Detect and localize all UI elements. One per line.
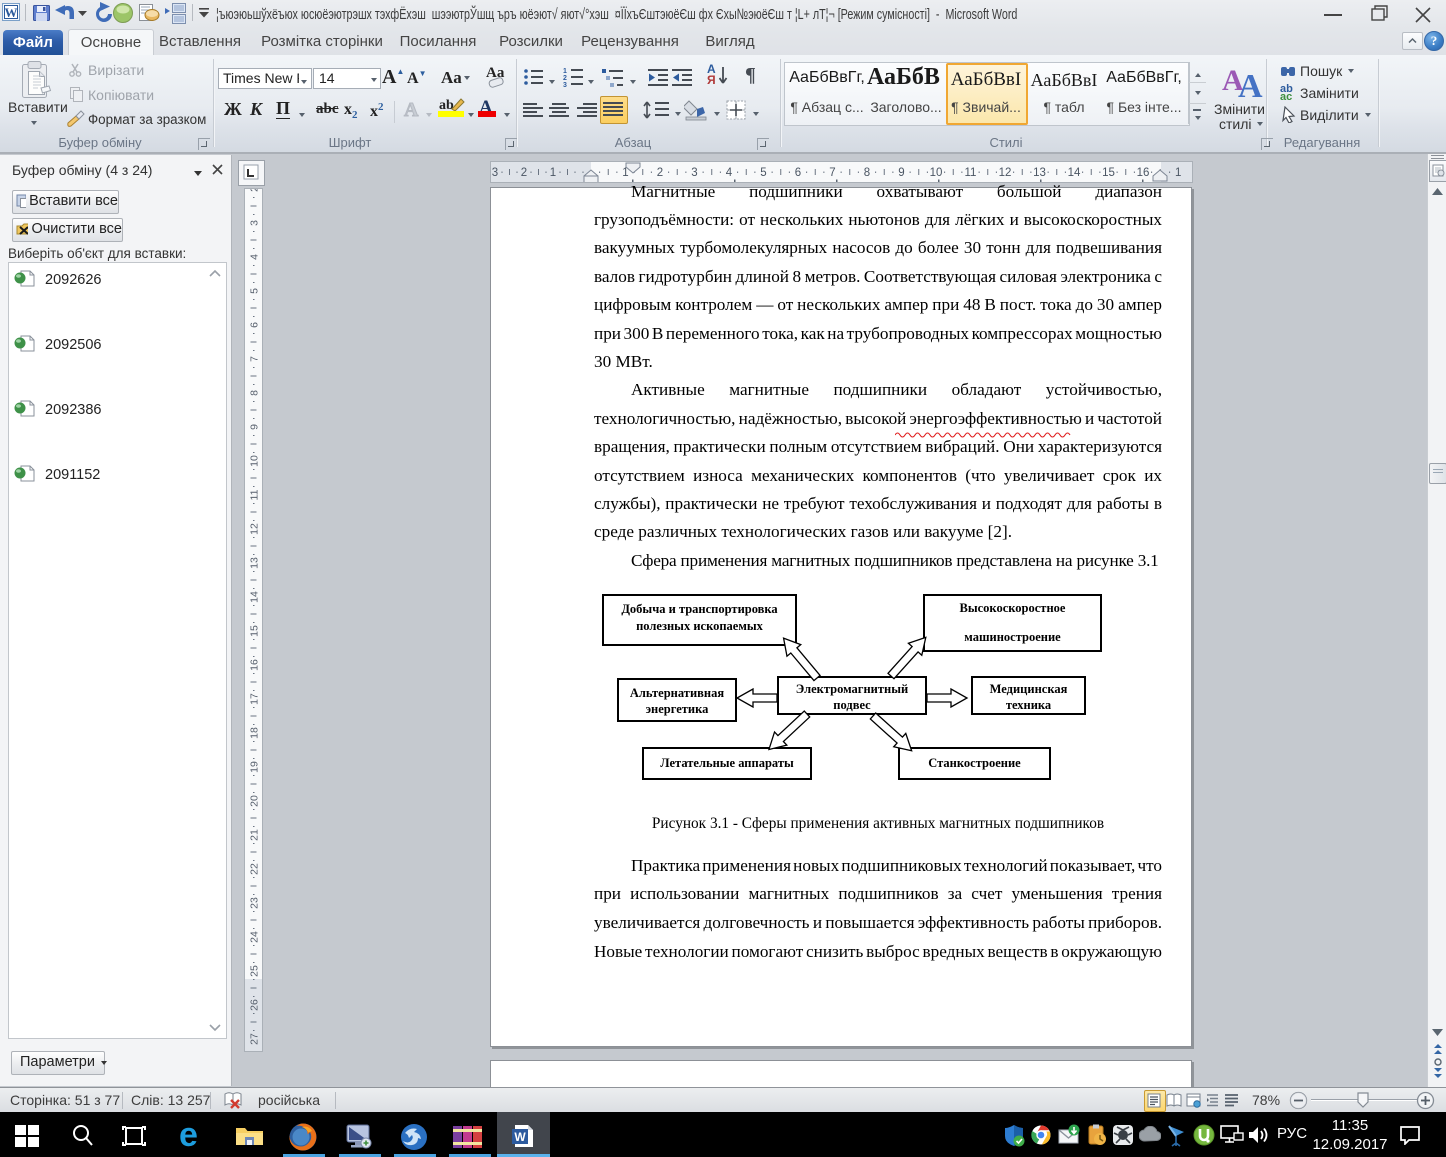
svg-text:10: 10	[930, 167, 943, 179]
svg-text:3: 3	[492, 167, 498, 179]
svg-text:6: 6	[795, 167, 801, 179]
svg-text:4: 4	[726, 167, 733, 179]
svg-text:12: 12	[999, 167, 1012, 179]
svg-text:20: 20	[249, 795, 261, 807]
svg-text:1: 1	[563, 68, 567, 75]
svg-text:2: 2	[657, 167, 663, 179]
svg-text:5: 5	[760, 167, 766, 179]
svg-text:2: 2	[249, 189, 261, 192]
svg-text:16: 16	[249, 659, 261, 671]
svg-text:5: 5	[249, 288, 261, 294]
svg-text:9: 9	[898, 167, 904, 179]
svg-text:19: 19	[249, 761, 261, 773]
svg-text:3: 3	[691, 167, 697, 179]
svg-text:14: 14	[249, 591, 261, 603]
svg-text:17: 17	[249, 693, 261, 705]
svg-text:3: 3	[249, 220, 261, 226]
svg-text:1: 1	[1175, 167, 1181, 179]
svg-text:11: 11	[965, 167, 977, 179]
svg-text:3: 3	[563, 82, 567, 88]
svg-text:16: 16	[1137, 167, 1150, 179]
svg-text:13: 13	[249, 557, 261, 569]
svg-text:18: 18	[249, 727, 261, 739]
svg-text:22: 22	[249, 863, 261, 875]
svg-text:7: 7	[249, 356, 261, 362]
svg-text:24: 24	[249, 931, 261, 943]
svg-text:4: 4	[249, 254, 261, 260]
svg-text:2: 2	[521, 167, 527, 179]
svg-text:21: 21	[249, 829, 261, 841]
svg-text:1: 1	[550, 167, 556, 179]
svg-text:8: 8	[249, 390, 261, 396]
svg-text:23: 23	[249, 897, 261, 909]
svg-text:W: W	[5, 5, 18, 20]
svg-text:12: 12	[249, 523, 261, 535]
svg-text:13: 13	[1033, 167, 1046, 179]
svg-text:15: 15	[249, 625, 261, 637]
svg-text:7: 7	[829, 167, 835, 179]
svg-text:10: 10	[249, 455, 261, 467]
svg-text:2: 2	[563, 75, 567, 82]
svg-text:27: 27	[249, 1033, 261, 1045]
svg-text:25: 25	[249, 965, 261, 977]
svg-text:8: 8	[864, 167, 870, 179]
svg-text:15: 15	[1102, 167, 1115, 179]
svg-text:6: 6	[249, 322, 261, 328]
svg-text:9: 9	[249, 424, 261, 430]
svg-text:11: 11	[249, 489, 261, 500]
svg-text:W: W	[514, 1130, 526, 1144]
svg-text:14: 14	[1068, 167, 1081, 179]
svg-text:26: 26	[249, 999, 261, 1011]
